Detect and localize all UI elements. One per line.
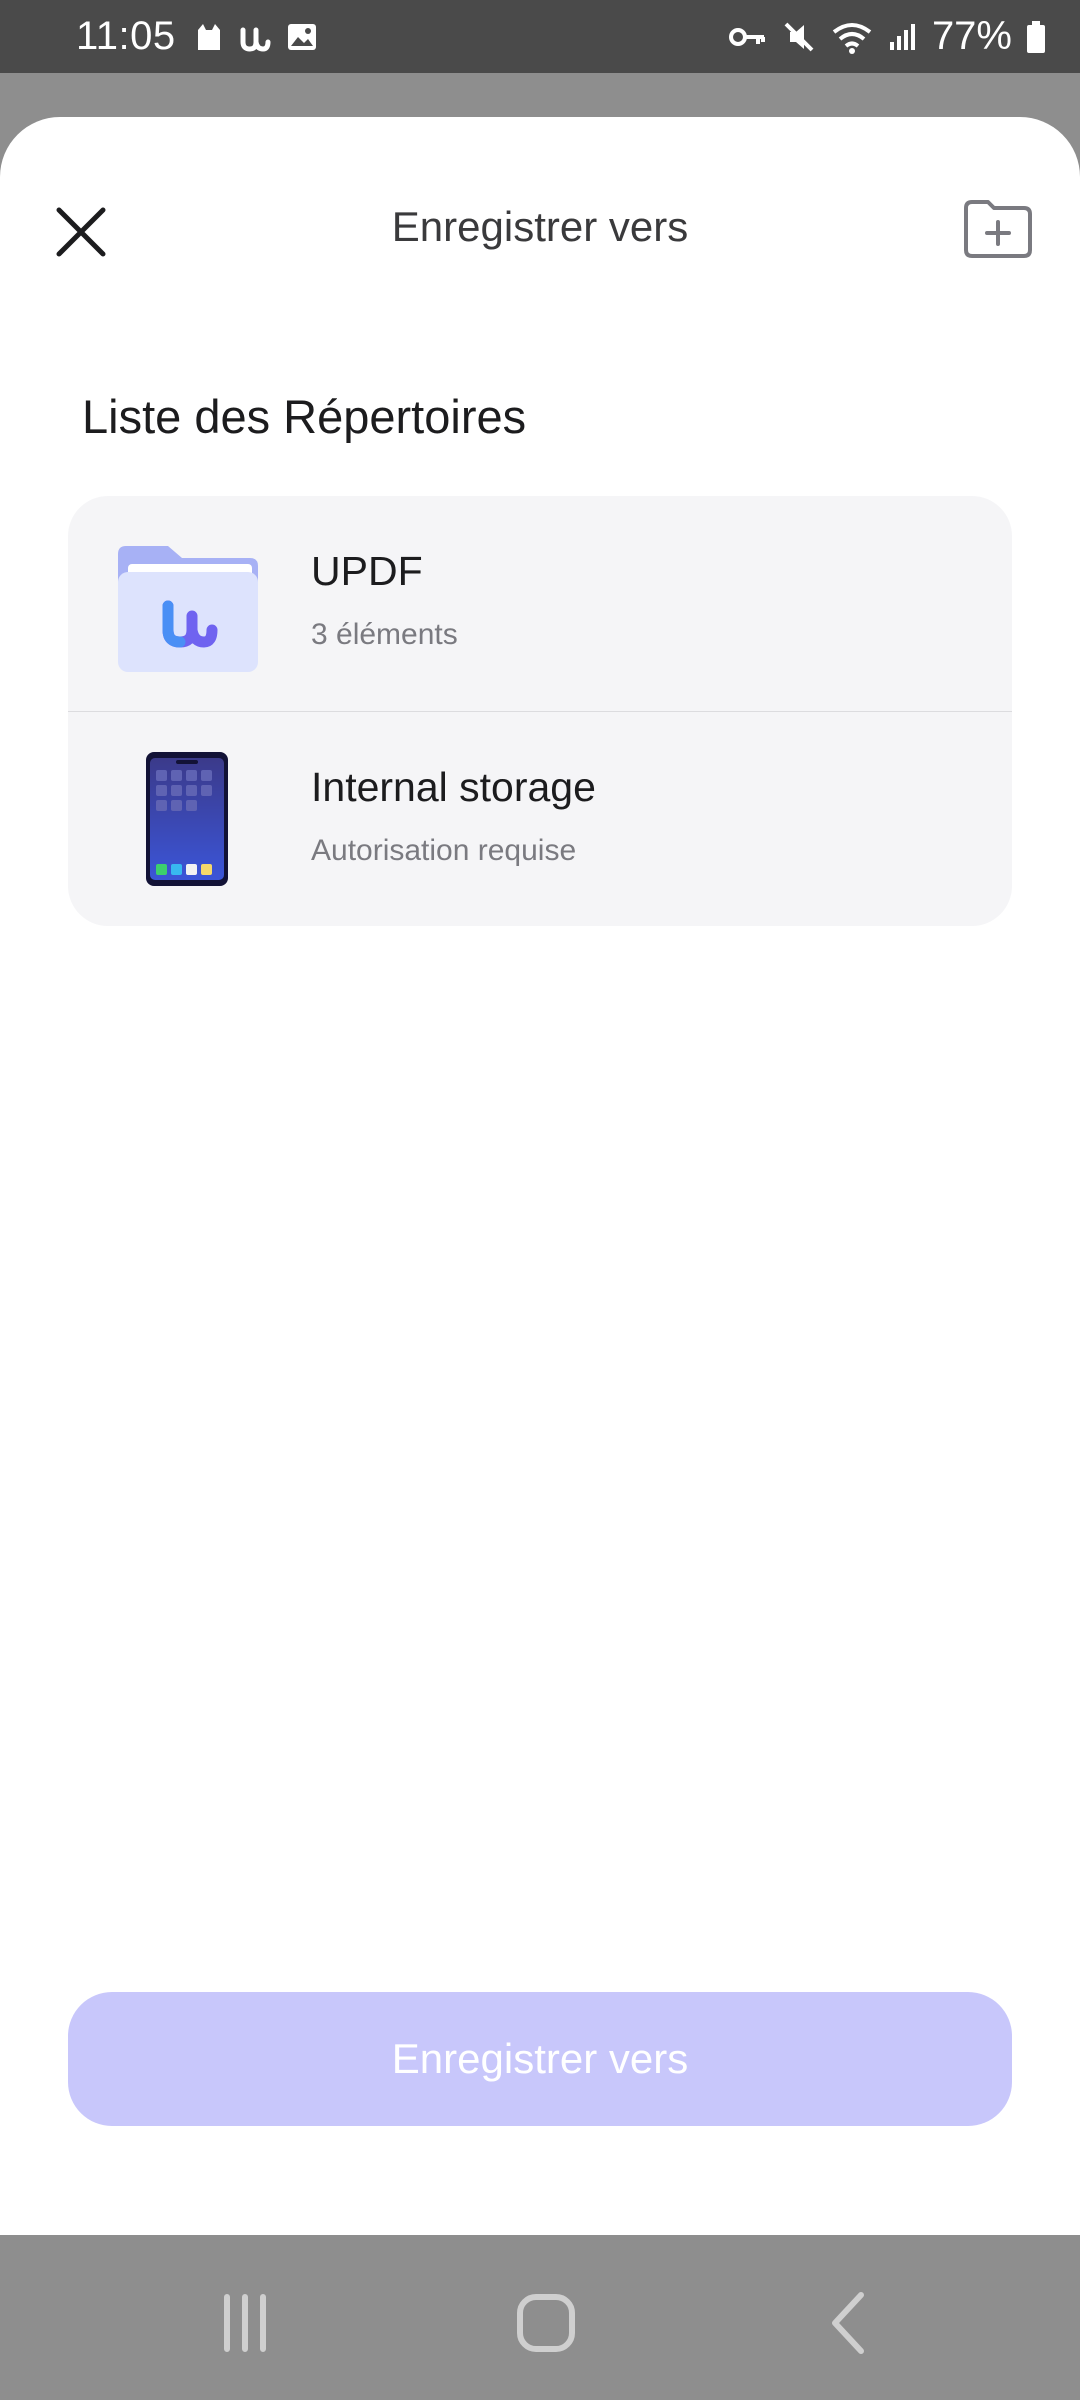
status-time: 11:05 — [76, 14, 176, 58]
status-system-icons: 77% — [728, 14, 1046, 59]
recent-apps-button[interactable] — [205, 2291, 285, 2355]
mute-icon — [784, 22, 814, 51]
sheet-title: Enregistrer vers — [391, 203, 689, 250]
folder-icon — [118, 546, 258, 672]
home-icon — [517, 2294, 575, 2352]
directory-item-title: UPDF — [311, 548, 423, 594]
sheet-header: Enregistrer vers — [0, 117, 1080, 337]
back-icon — [832, 2292, 864, 2354]
directory-item-internal-storage[interactable]: Internal storage Autorisation requise — [68, 712, 1012, 926]
navigation-bar — [0, 2235, 1080, 2400]
back-button[interactable] — [808, 2291, 888, 2355]
save-to-sheet: Enregistrer vers Liste des Répertoires U… — [0, 117, 1080, 2235]
directory-item-subtitle: 3 éléments — [311, 618, 458, 651]
save-button[interactable]: Enregistrer vers — [68, 1992, 1012, 2126]
image-icon — [288, 24, 316, 50]
directory-item-updf[interactable]: UPDF 3 éléments — [68, 496, 1012, 711]
new-folder-button[interactable] — [958, 189, 1038, 269]
directory-item-subtitle: Autorisation requise — [311, 834, 577, 867]
recent-apps-icon — [224, 2294, 266, 2352]
updf-icon — [240, 27, 271, 52]
directory-item-title: Internal storage — [311, 764, 596, 810]
vpn-key-icon — [728, 27, 765, 46]
section-title: Liste des Répertoires — [82, 390, 527, 443]
wifi-icon — [832, 22, 872, 54]
battery-icon — [1027, 20, 1045, 53]
signal-icon — [889, 23, 915, 50]
new-folder-icon — [964, 200, 1032, 258]
status-bar: 11:05 77% — [0, 0, 1080, 73]
battery-percent: 77% — [931, 14, 1012, 58]
home-button[interactable] — [506, 2291, 586, 2355]
directory-list: UPDF 3 éléments Internal storage Autoris… — [68, 496, 1012, 926]
status-notification-icons — [194, 22, 318, 52]
phone-icon — [146, 752, 228, 886]
cat-icon — [198, 24, 220, 50]
